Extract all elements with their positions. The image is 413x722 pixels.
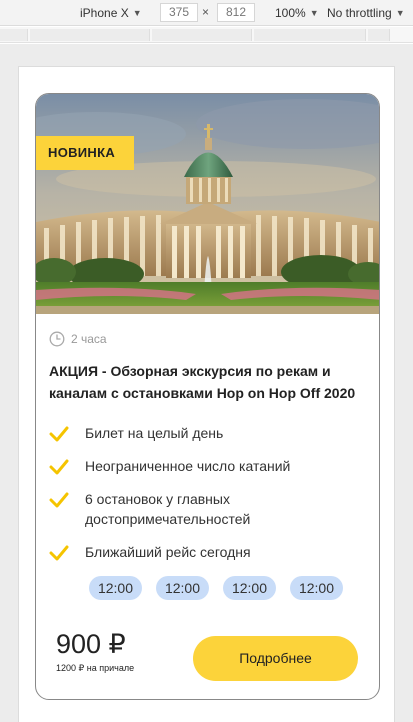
throttling-value: No throttling (327, 6, 392, 20)
departure-time-chip[interactable]: 12:00 (290, 576, 343, 600)
departure-time-chip[interactable]: 12:00 (223, 576, 276, 600)
duration-text: 2 часа (71, 332, 107, 346)
departure-times: 12:00 12:00 12:00 12:00 (89, 576, 343, 600)
zoom-value: 100% (275, 6, 306, 20)
feature-list: Билет на целый день Неограниченное число… (49, 423, 369, 575)
viewport-height-input[interactable]: 812 (217, 3, 255, 22)
feature-item: 6 остановок у главных достопримечательно… (49, 489, 369, 529)
device-name: iPhone X (80, 6, 129, 20)
checkmark-icon (49, 492, 69, 508)
throttling-select[interactable]: No throttling ▼ (327, 6, 405, 20)
tour-title[interactable]: АКЦИЯ - Обзорная экскурсия по рекам и ка… (49, 360, 369, 404)
chevron-down-icon: ▼ (132, 8, 142, 18)
feature-text: 6 остановок у главных достопримечательно… (85, 491, 251, 527)
departure-time-chip[interactable]: 12:00 (156, 576, 209, 600)
devtools-device-toolbar: iPhone X ▼ 375 × 812 100% ▼ No throttlin… (0, 0, 413, 26)
new-badge: НОВИНКА (36, 136, 134, 170)
cathedral-illustration (36, 94, 379, 314)
feature-item: Билет на целый день (49, 423, 369, 443)
clock-icon (49, 331, 65, 347)
device-viewport: НОВИНКА 2 часа АКЦИЯ - Обзорная экскурси… (0, 44, 413, 722)
tour-price: 900 ₽ (56, 629, 126, 659)
viewport-width-input[interactable]: 375 (160, 3, 198, 22)
checkmark-icon (49, 459, 69, 475)
feature-item: Неограниченное число катаний (49, 456, 369, 476)
feature-item: Ближайший рейс сегодня (49, 542, 369, 562)
pier-price: 1200 ₽ на причале (56, 663, 135, 673)
device-select[interactable]: iPhone X ▼ (80, 6, 142, 20)
tour-photo: НОВИНКА (36, 94, 379, 314)
departure-time-chip[interactable]: 12:00 (89, 576, 142, 600)
details-button[interactable]: Подробнее (193, 636, 358, 681)
media-query-ruler[interactable] (0, 27, 413, 43)
zoom-select[interactable]: 100% ▼ (275, 6, 319, 20)
times-icon: × (202, 5, 210, 19)
checkmark-icon (49, 545, 69, 561)
feature-text: Неограниченное число катаний (85, 458, 291, 474)
chevron-down-icon: ▼ (395, 8, 405, 18)
tour-duration: 2 часа (49, 331, 107, 347)
tour-card[interactable]: НОВИНКА 2 часа АКЦИЯ - Обзорная экскурси… (35, 93, 380, 700)
feature-text: Ближайший рейс сегодня (85, 544, 251, 560)
feature-text: Билет на целый день (85, 425, 224, 441)
mobile-page: НОВИНКА 2 часа АКЦИЯ - Обзорная экскурси… (18, 66, 395, 722)
checkmark-icon (49, 426, 69, 442)
chevron-down-icon: ▼ (309, 8, 319, 18)
